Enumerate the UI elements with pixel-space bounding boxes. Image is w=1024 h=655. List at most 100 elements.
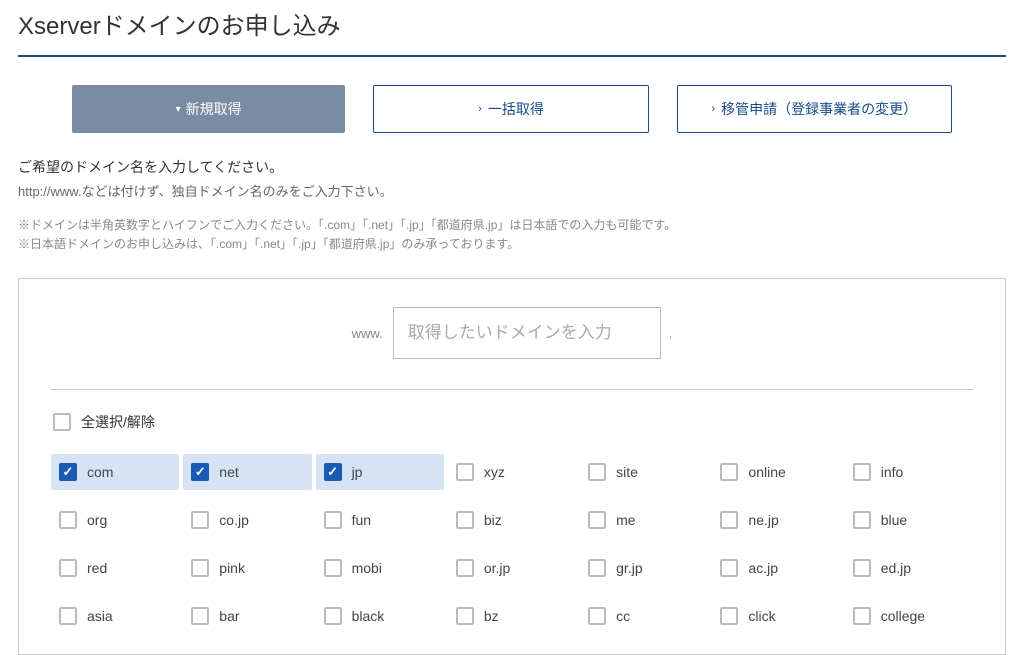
tld-label: xyz	[484, 464, 505, 480]
note-2: ※日本語ドメインのお申し込みは、「.com」「.net」「.jp」「都道府県.j…	[18, 235, 1006, 254]
tld-label: gr.jp	[616, 560, 642, 576]
tld-item-or-jp[interactable]: or.jp	[448, 550, 576, 586]
tld-checkbox[interactable]: ✓	[191, 463, 209, 481]
tld-item-ne-jp[interactable]: ne.jp	[712, 502, 840, 538]
tld-label: fun	[352, 512, 371, 528]
tld-label: com	[87, 464, 113, 480]
tld-item-red[interactable]: red	[51, 550, 179, 586]
tld-checkbox[interactable]	[588, 463, 606, 481]
tld-label: asia	[87, 608, 113, 624]
tld-label: college	[881, 608, 925, 624]
chevron-down-icon: ▾	[176, 104, 181, 115]
tld-label: biz	[484, 512, 502, 528]
tld-item-asia[interactable]: asia	[51, 598, 179, 634]
tld-item-xyz[interactable]: xyz	[448, 454, 576, 490]
tld-checkbox[interactable]	[59, 607, 77, 625]
tld-checkbox[interactable]	[853, 607, 871, 625]
tld-checkbox[interactable]: ✓	[324, 463, 342, 481]
tld-item-bz[interactable]: bz	[448, 598, 576, 634]
tld-item-college[interactable]: college	[845, 598, 973, 634]
tld-item-online[interactable]: online	[712, 454, 840, 490]
tld-item-jp[interactable]: ✓ jp	[316, 454, 444, 490]
tld-label: blue	[881, 512, 907, 528]
check-icon: ✓	[195, 464, 206, 480]
tld-checkbox[interactable]	[191, 511, 209, 529]
tld-checkbox[interactable]	[588, 607, 606, 625]
dot-suffix: .	[669, 326, 673, 341]
page-title: Xserverドメインのお申し込み	[18, 0, 1006, 57]
tld-item-info[interactable]: info	[845, 454, 973, 490]
tld-checkbox[interactable]	[59, 511, 77, 529]
select-all-checkbox[interactable]	[53, 413, 71, 431]
tld-label: black	[352, 608, 385, 624]
tld-checkbox[interactable]	[191, 607, 209, 625]
tld-item-pink[interactable]: pink	[183, 550, 311, 586]
tld-item-black[interactable]: black	[316, 598, 444, 634]
tld-checkbox[interactable]	[853, 511, 871, 529]
chevron-right-icon: ›	[711, 103, 715, 115]
tld-checkbox[interactable]	[720, 463, 738, 481]
tld-label: org	[87, 512, 107, 528]
tld-label: co.jp	[219, 512, 249, 528]
tld-checkbox[interactable]	[456, 607, 474, 625]
tld-label: online	[748, 464, 785, 480]
tld-item-gr-jp[interactable]: gr.jp	[580, 550, 708, 586]
tld-label: ac.jp	[748, 560, 778, 576]
tld-checkbox[interactable]: ✓	[59, 463, 77, 481]
tld-item-click[interactable]: click	[712, 598, 840, 634]
tld-item-co-jp[interactable]: co.jp	[183, 502, 311, 538]
tld-checkbox[interactable]	[456, 463, 474, 481]
tab-bulk[interactable]: › 一括取得	[373, 85, 648, 133]
tld-item-ed-jp[interactable]: ed.jp	[845, 550, 973, 586]
tld-item-mobi[interactable]: mobi	[316, 550, 444, 586]
tld-checkbox[interactable]	[853, 559, 871, 577]
tab-new-label: 新規取得	[186, 99, 242, 119]
tld-checkbox[interactable]	[720, 511, 738, 529]
tld-label: net	[219, 464, 238, 480]
tabs-row: ▾ 新規取得 › 一括取得 › 移管申請（登録事業者の変更）	[18, 85, 1006, 133]
tld-item-com[interactable]: ✓ com	[51, 454, 179, 490]
tld-checkbox[interactable]	[720, 607, 738, 625]
tld-label: ed.jp	[881, 560, 911, 576]
tld-label: cc	[616, 608, 630, 624]
tld-checkbox[interactable]	[324, 607, 342, 625]
tab-bulk-label: 一括取得	[488, 99, 544, 119]
tld-checkbox[interactable]	[456, 559, 474, 577]
select-all-row[interactable]: 全選択/解除	[51, 412, 973, 432]
tld-checkbox[interactable]	[588, 559, 606, 577]
tld-item-org[interactable]: org	[51, 502, 179, 538]
tld-item-blue[interactable]: blue	[845, 502, 973, 538]
tld-checkbox[interactable]	[191, 559, 209, 577]
domain-input[interactable]	[393, 307, 661, 359]
tld-checkbox[interactable]	[853, 463, 871, 481]
tld-item-cc[interactable]: cc	[580, 598, 708, 634]
tld-item-net[interactable]: ✓ net	[183, 454, 311, 490]
domain-input-row: www. .	[51, 307, 973, 359]
chevron-right-icon: ›	[478, 103, 482, 115]
intro-block: ご希望のドメイン名を入力してください。 http://www.などは付けず、独自…	[18, 157, 1006, 200]
tld-item-site[interactable]: site	[580, 454, 708, 490]
divider	[51, 389, 973, 390]
tab-transfer-label: 移管申請（登録事業者の変更）	[721, 99, 917, 119]
tld-checkbox[interactable]	[59, 559, 77, 577]
tld-item-bar[interactable]: bar	[183, 598, 311, 634]
tld-checkbox[interactable]	[588, 511, 606, 529]
tld-label: site	[616, 464, 638, 480]
tld-checkbox[interactable]	[720, 559, 738, 577]
tld-label: info	[881, 464, 904, 480]
tld-checkbox[interactable]	[324, 559, 342, 577]
tld-item-fun[interactable]: fun	[316, 502, 444, 538]
domain-card: www. . 全選択/解除 ✓ com ✓ net ✓ jp xyz site online in…	[18, 278, 1006, 655]
tab-new[interactable]: ▾ 新規取得	[72, 85, 345, 133]
tld-label: bar	[219, 608, 239, 624]
tld-item-me[interactable]: me	[580, 502, 708, 538]
check-icon: ✓	[63, 464, 74, 480]
tab-transfer[interactable]: › 移管申請（登録事業者の変更）	[677, 85, 952, 133]
tld-item-biz[interactable]: biz	[448, 502, 576, 538]
tld-label: ne.jp	[748, 512, 778, 528]
www-prefix: www.	[352, 326, 383, 341]
tld-item-ac-jp[interactable]: ac.jp	[712, 550, 840, 586]
tld-checkbox[interactable]	[324, 511, 342, 529]
tld-label: jp	[352, 464, 363, 480]
tld-checkbox[interactable]	[456, 511, 474, 529]
